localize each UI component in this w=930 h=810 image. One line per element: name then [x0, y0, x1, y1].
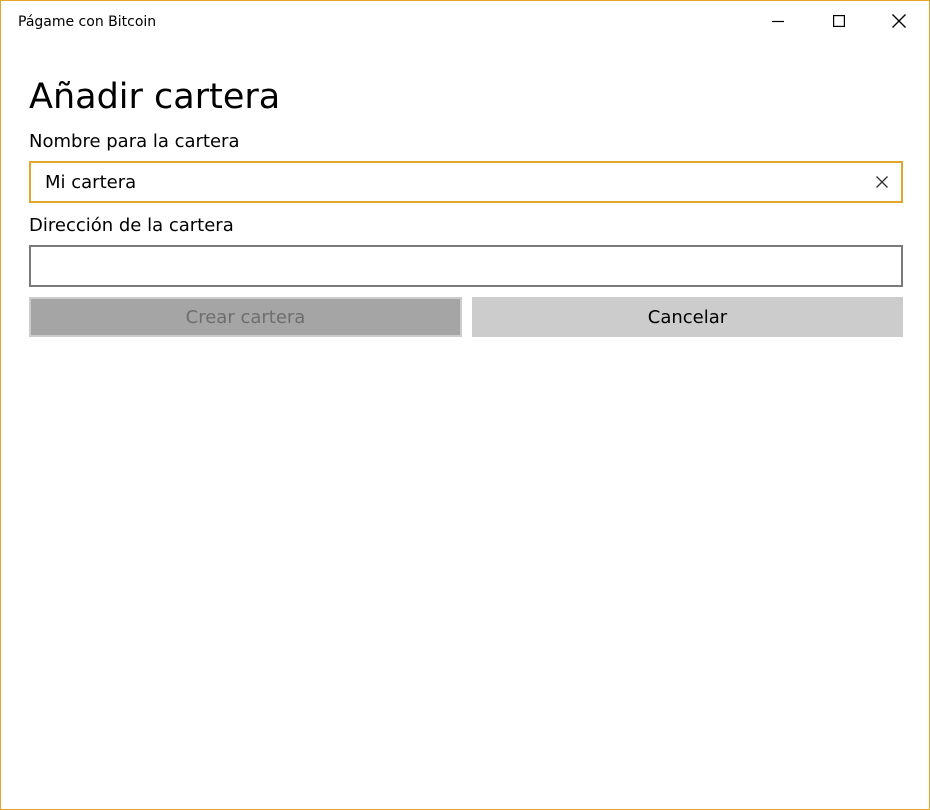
- wallet-address-field[interactable]: [29, 245, 903, 287]
- wallet-name-input[interactable]: [31, 163, 901, 201]
- close-icon: [892, 14, 906, 28]
- wallet-name-label: Nombre para la cartera: [29, 131, 240, 152]
- app-window: Págame con Bitcoin Añadir cartera Nombre…: [0, 0, 930, 810]
- clear-icon: [876, 176, 888, 188]
- maximize-button[interactable]: [816, 1, 862, 41]
- create-wallet-button[interactable]: Crear cartera: [29, 297, 462, 337]
- wallet-name-field[interactable]: [29, 161, 903, 203]
- maximize-icon: [833, 15, 845, 27]
- clear-text-button[interactable]: [873, 173, 891, 191]
- close-button[interactable]: [876, 1, 922, 41]
- minimize-icon: [772, 20, 784, 23]
- wallet-address-label: Dirección de la cartera: [29, 215, 234, 236]
- cancel-button[interactable]: Cancelar: [472, 297, 903, 337]
- window-title: Págame con Bitcoin: [18, 14, 157, 30]
- minimize-button[interactable]: [755, 1, 801, 41]
- title-bar[interactable]: Págame con Bitcoin: [1, 1, 929, 41]
- page-title: Añadir cartera: [29, 77, 281, 117]
- wallet-address-input[interactable]: [31, 247, 901, 285]
